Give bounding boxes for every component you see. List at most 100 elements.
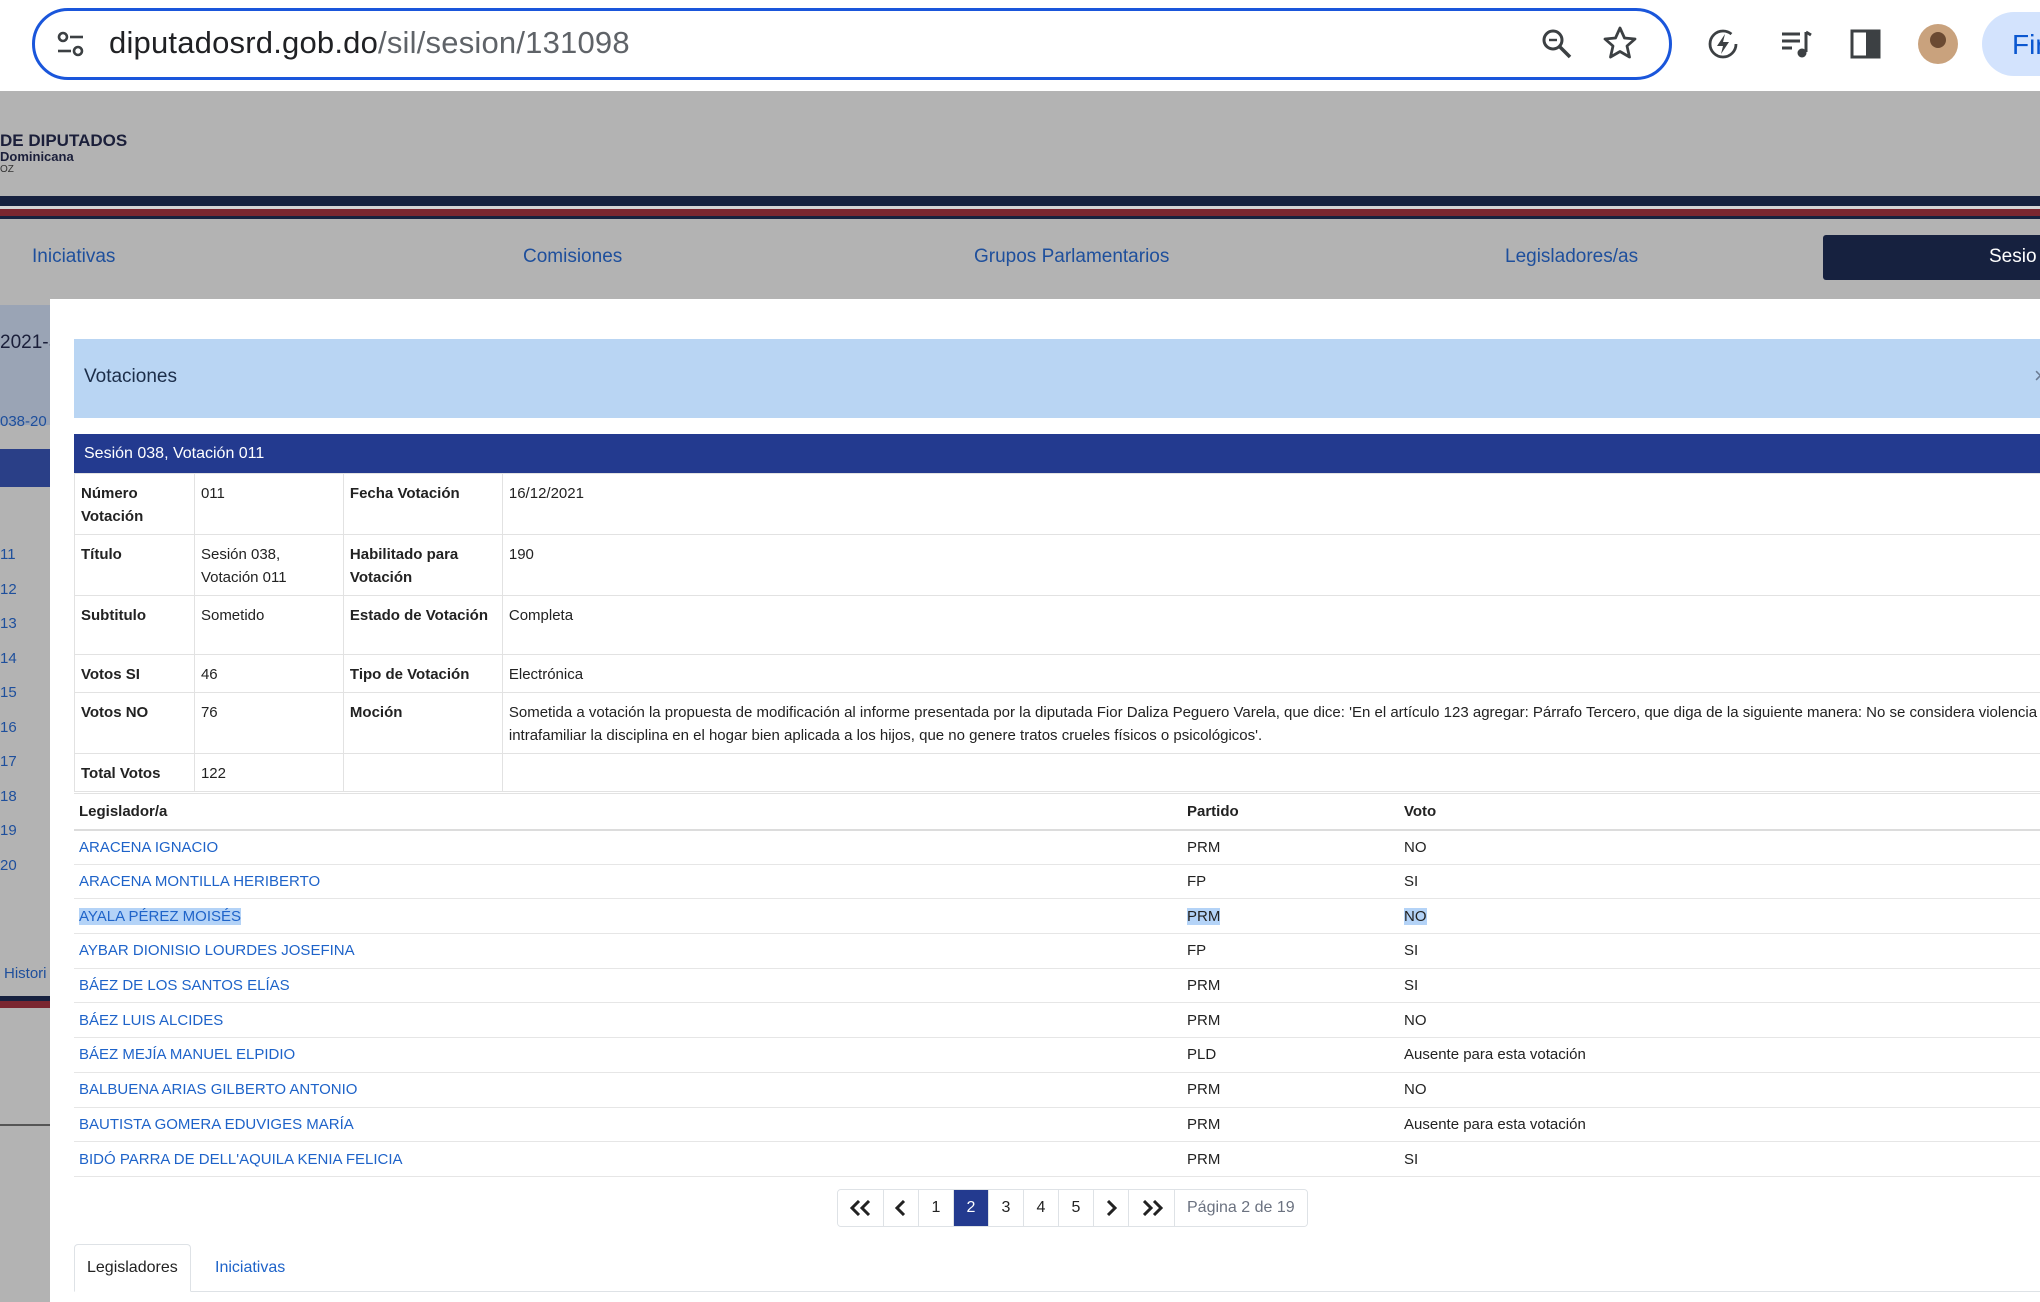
vote-cell: SI	[1399, 933, 2040, 969]
party-cell: FP	[1182, 933, 1399, 969]
performance-icon[interactable]	[1705, 26, 1741, 62]
left-number[interactable]: 16	[0, 719, 17, 736]
chevron-left-icon	[895, 1200, 906, 1216]
first-page-button[interactable]	[838, 1190, 884, 1226]
info-row: Título Sesión 038, Votación 011 Habilita…	[74, 534, 2040, 596]
legislator-link[interactable]: BÁEZ MEJÍA MANUEL ELPIDIO	[74, 1037, 1182, 1073]
find-button[interactable]: Fir	[1982, 12, 2040, 76]
page-button-5[interactable]: 5	[1059, 1190, 1094, 1226]
url-domain: diputadosrd.gob.do	[109, 25, 379, 60]
legislator-link[interactable]: BAUTISTA GOMERA EDUVIGES MARÍA	[74, 1107, 1182, 1143]
info-row: Votos NO 76 Moción Sometida a votación l…	[74, 692, 2040, 754]
browser-toolbar: diputadosrd.gob.do/sil/sesion/131098 Fir	[0, 0, 2040, 91]
profile-avatar[interactable]	[1918, 24, 1958, 64]
votaciones-modal: Votaciones × Sesión 038, Votación 011 Nú…	[50, 299, 2040, 1302]
total-value: 122	[193, 753, 344, 792]
left-number[interactable]: 18	[0, 788, 17, 805]
party-cell: FP	[1182, 864, 1399, 900]
party-cell: PRM	[1182, 898, 1399, 935]
info-row: Total Votos 122	[74, 753, 2040, 792]
left-column-header	[0, 305, 50, 425]
legislator-link[interactable]: ARACENA MONTILLA HERIBERTO	[74, 864, 1182, 900]
page-button-4[interactable]: 4	[1024, 1190, 1059, 1226]
party-cell: PRM	[1182, 1002, 1399, 1039]
left-number[interactable]: 17	[0, 753, 17, 770]
legislator-link[interactable]: BALBUENA ARIAS GILBERTO ANTONIO	[74, 1072, 1182, 1108]
mocion-label: Moción	[342, 692, 503, 754]
votos-si-label: Votos SI	[74, 654, 195, 693]
left-number[interactable]: 13	[0, 615, 17, 632]
url-text[interactable]: diputadosrd.gob.do/sil/sesion/131098	[109, 25, 630, 61]
tab-legisladores[interactable]: Legisladores	[74, 1244, 191, 1292]
legislator-link[interactable]: BIDÓ PARRA DE DELL'AQUILA KENIA FELICIA	[74, 1141, 1182, 1177]
nav-legisladores[interactable]: Legisladores/as	[1505, 246, 1638, 268]
session-heading: Sesión 038, Votación 011	[84, 445, 265, 462]
close-icon[interactable]: ×	[2034, 363, 2040, 389]
modal-title: Votaciones	[84, 366, 177, 387]
nav-comisiones[interactable]: Comisiones	[523, 246, 622, 268]
info-row: Subtitulo Sometido Estado de Votación Co…	[74, 595, 2040, 655]
logo-tagline: OZ	[0, 164, 14, 175]
zoom-icon[interactable]	[1540, 27, 1574, 61]
site-settings-icon[interactable]	[53, 26, 89, 62]
url-path: /sil/sesion/131098	[378, 25, 630, 60]
legislator-link[interactable]: AYBAR DIONISIO LOURDES JOSEFINA	[74, 933, 1182, 969]
party-cell: PRM	[1182, 968, 1399, 1004]
nav-sesiones[interactable]: Sesio	[1823, 235, 2040, 280]
estado-value: Completa	[501, 595, 2040, 655]
party-cell: PLD	[1182, 1037, 1399, 1073]
left-number[interactable]: 11	[0, 546, 16, 563]
fecha-label: Fecha Votación	[342, 473, 503, 535]
left-number[interactable]: 12	[0, 581, 17, 598]
logo-title: DE DIPUTADOS	[0, 131, 128, 150]
page-button-2[interactable]: 2	[954, 1190, 989, 1226]
address-bar[interactable]: diputadosrd.gob.do/sil/sesion/131098	[32, 8, 1672, 80]
legislator-link[interactable]: BÁEZ LUIS ALCIDES	[74, 1002, 1182, 1039]
prev-page-button[interactable]	[884, 1190, 919, 1226]
selected-text: NO	[1404, 907, 1427, 925]
logo-subtitle: Dominicana	[0, 149, 74, 164]
party-cell: PRM	[1182, 1141, 1399, 1177]
vote-cell: SI	[1399, 1141, 2040, 1177]
header-voto: Voto	[1399, 793, 2040, 831]
table-row: BÁEZ MEJÍA MANUEL ELPIDIO PLD Ausente pa…	[74, 1037, 2040, 1073]
vote-cell: Ausente para esta votación	[1399, 1107, 2040, 1143]
party-cell: PRM	[1182, 1107, 1399, 1143]
page-button-1[interactable]: 1	[919, 1190, 954, 1226]
votos-no-value: 76	[193, 692, 344, 754]
page-button-3[interactable]: 3	[989, 1190, 1024, 1226]
estado-label: Estado de Votación	[342, 595, 503, 655]
mocion-value: Sometida a votación la propuesta de modi…	[501, 692, 2040, 754]
table-row: ARACENA IGNACIO PRM NO	[74, 829, 2040, 865]
last-page-button[interactable]	[1129, 1190, 1175, 1226]
bookmark-star-icon[interactable]	[1602, 25, 1638, 61]
empty-cell	[501, 753, 2040, 792]
left-number[interactable]: 14	[0, 650, 17, 667]
nav-iniciativas[interactable]: Iniciativas	[32, 246, 115, 268]
modal-tabs: Legisladores Iniciativas	[74, 1244, 2040, 1292]
left-session-link[interactable]: 038-20	[0, 413, 47, 430]
party-cell: PRM	[1182, 1072, 1399, 1108]
left-history-link[interactable]: Histori	[4, 965, 47, 982]
titulo-label: Título	[74, 534, 195, 596]
header-stripe	[0, 196, 2040, 206]
nav-grupos-parlamentarios[interactable]: Grupos Parlamentarios	[974, 246, 1169, 268]
media-controls-icon[interactable]	[1778, 26, 1814, 62]
legislator-link[interactable]: ARACENA IGNACIO	[74, 829, 1182, 865]
left-number[interactable]: 20	[0, 857, 17, 874]
tab-iniciativas[interactable]: Iniciativas	[203, 1244, 297, 1292]
legislator-link[interactable]: AYALA PÉREZ MOISÉS	[74, 898, 1182, 935]
vote-cell: NO	[1399, 898, 2040, 935]
side-panel-icon[interactable]	[1848, 26, 1884, 62]
vote-cell: SI	[1399, 864, 2040, 900]
left-active-bar	[0, 449, 50, 487]
selected-text: PRM	[1187, 907, 1221, 925]
tipo-value: Electrónica	[501, 654, 2040, 693]
left-number[interactable]: 19	[0, 822, 17, 839]
next-page-button[interactable]	[1094, 1190, 1129, 1226]
legislator-link[interactable]: BÁEZ DE LOS SANTOS ELÍAS	[74, 968, 1182, 1004]
left-divider	[0, 1124, 50, 1126]
header-partido: Partido	[1182, 793, 1399, 831]
vote-cell: Ausente para esta votación	[1399, 1037, 2040, 1073]
left-number[interactable]: 15	[0, 684, 17, 701]
